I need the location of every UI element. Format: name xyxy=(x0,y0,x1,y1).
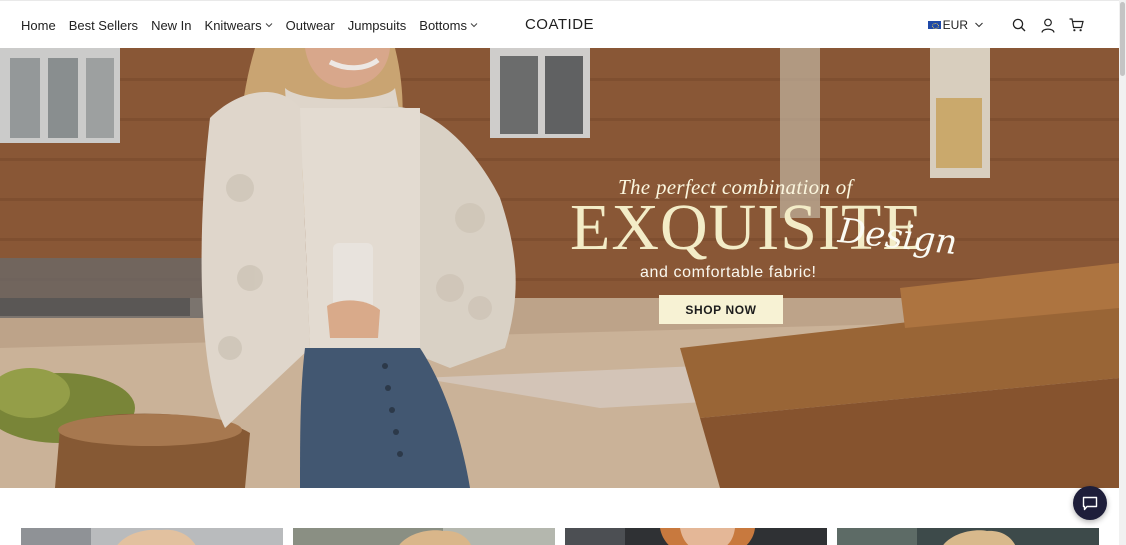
product-image xyxy=(21,528,283,545)
currency-label: EUR xyxy=(942,18,968,32)
shop-now-button[interactable]: SHOP NOW xyxy=(659,295,783,324)
search-button[interactable] xyxy=(1004,13,1033,37)
hero-subline: and comfortable fabric! xyxy=(640,264,817,281)
product-card[interactable] xyxy=(837,528,1099,545)
chevron-down-icon xyxy=(975,22,983,28)
header-actions: EUR xyxy=(927,1,1091,49)
product-image xyxy=(293,528,555,545)
hero-photo xyxy=(0,48,1119,488)
account-icon xyxy=(1040,18,1055,33)
chat-launcher[interactable] xyxy=(1073,486,1107,520)
page-scrollbar[interactable] xyxy=(1119,0,1126,545)
hero-banner[interactable]: The perfect combination of EXQUISITE Des… xyxy=(0,48,1119,488)
flag-eu-icon xyxy=(927,21,941,29)
product-card[interactable] xyxy=(565,528,827,545)
site-header: Home Best Sellers New In Knitwears Outwe… xyxy=(0,0,1119,48)
account-button[interactable] xyxy=(1033,13,1062,37)
product-card[interactable] xyxy=(293,528,555,545)
page: Home Best Sellers New In Knitwears Outwe… xyxy=(0,0,1119,545)
chat-bubble-icon xyxy=(1082,496,1098,510)
currency-selector[interactable]: EUR xyxy=(927,18,984,32)
cart-button[interactable] xyxy=(1062,13,1091,37)
product-image xyxy=(565,528,827,545)
cart-icon xyxy=(1069,18,1084,32)
product-card-row xyxy=(21,528,1099,545)
product-image xyxy=(837,528,1099,545)
product-card[interactable] xyxy=(21,528,283,545)
search-icon xyxy=(1012,18,1025,32)
scrollbar-thumb[interactable] xyxy=(1120,2,1125,76)
